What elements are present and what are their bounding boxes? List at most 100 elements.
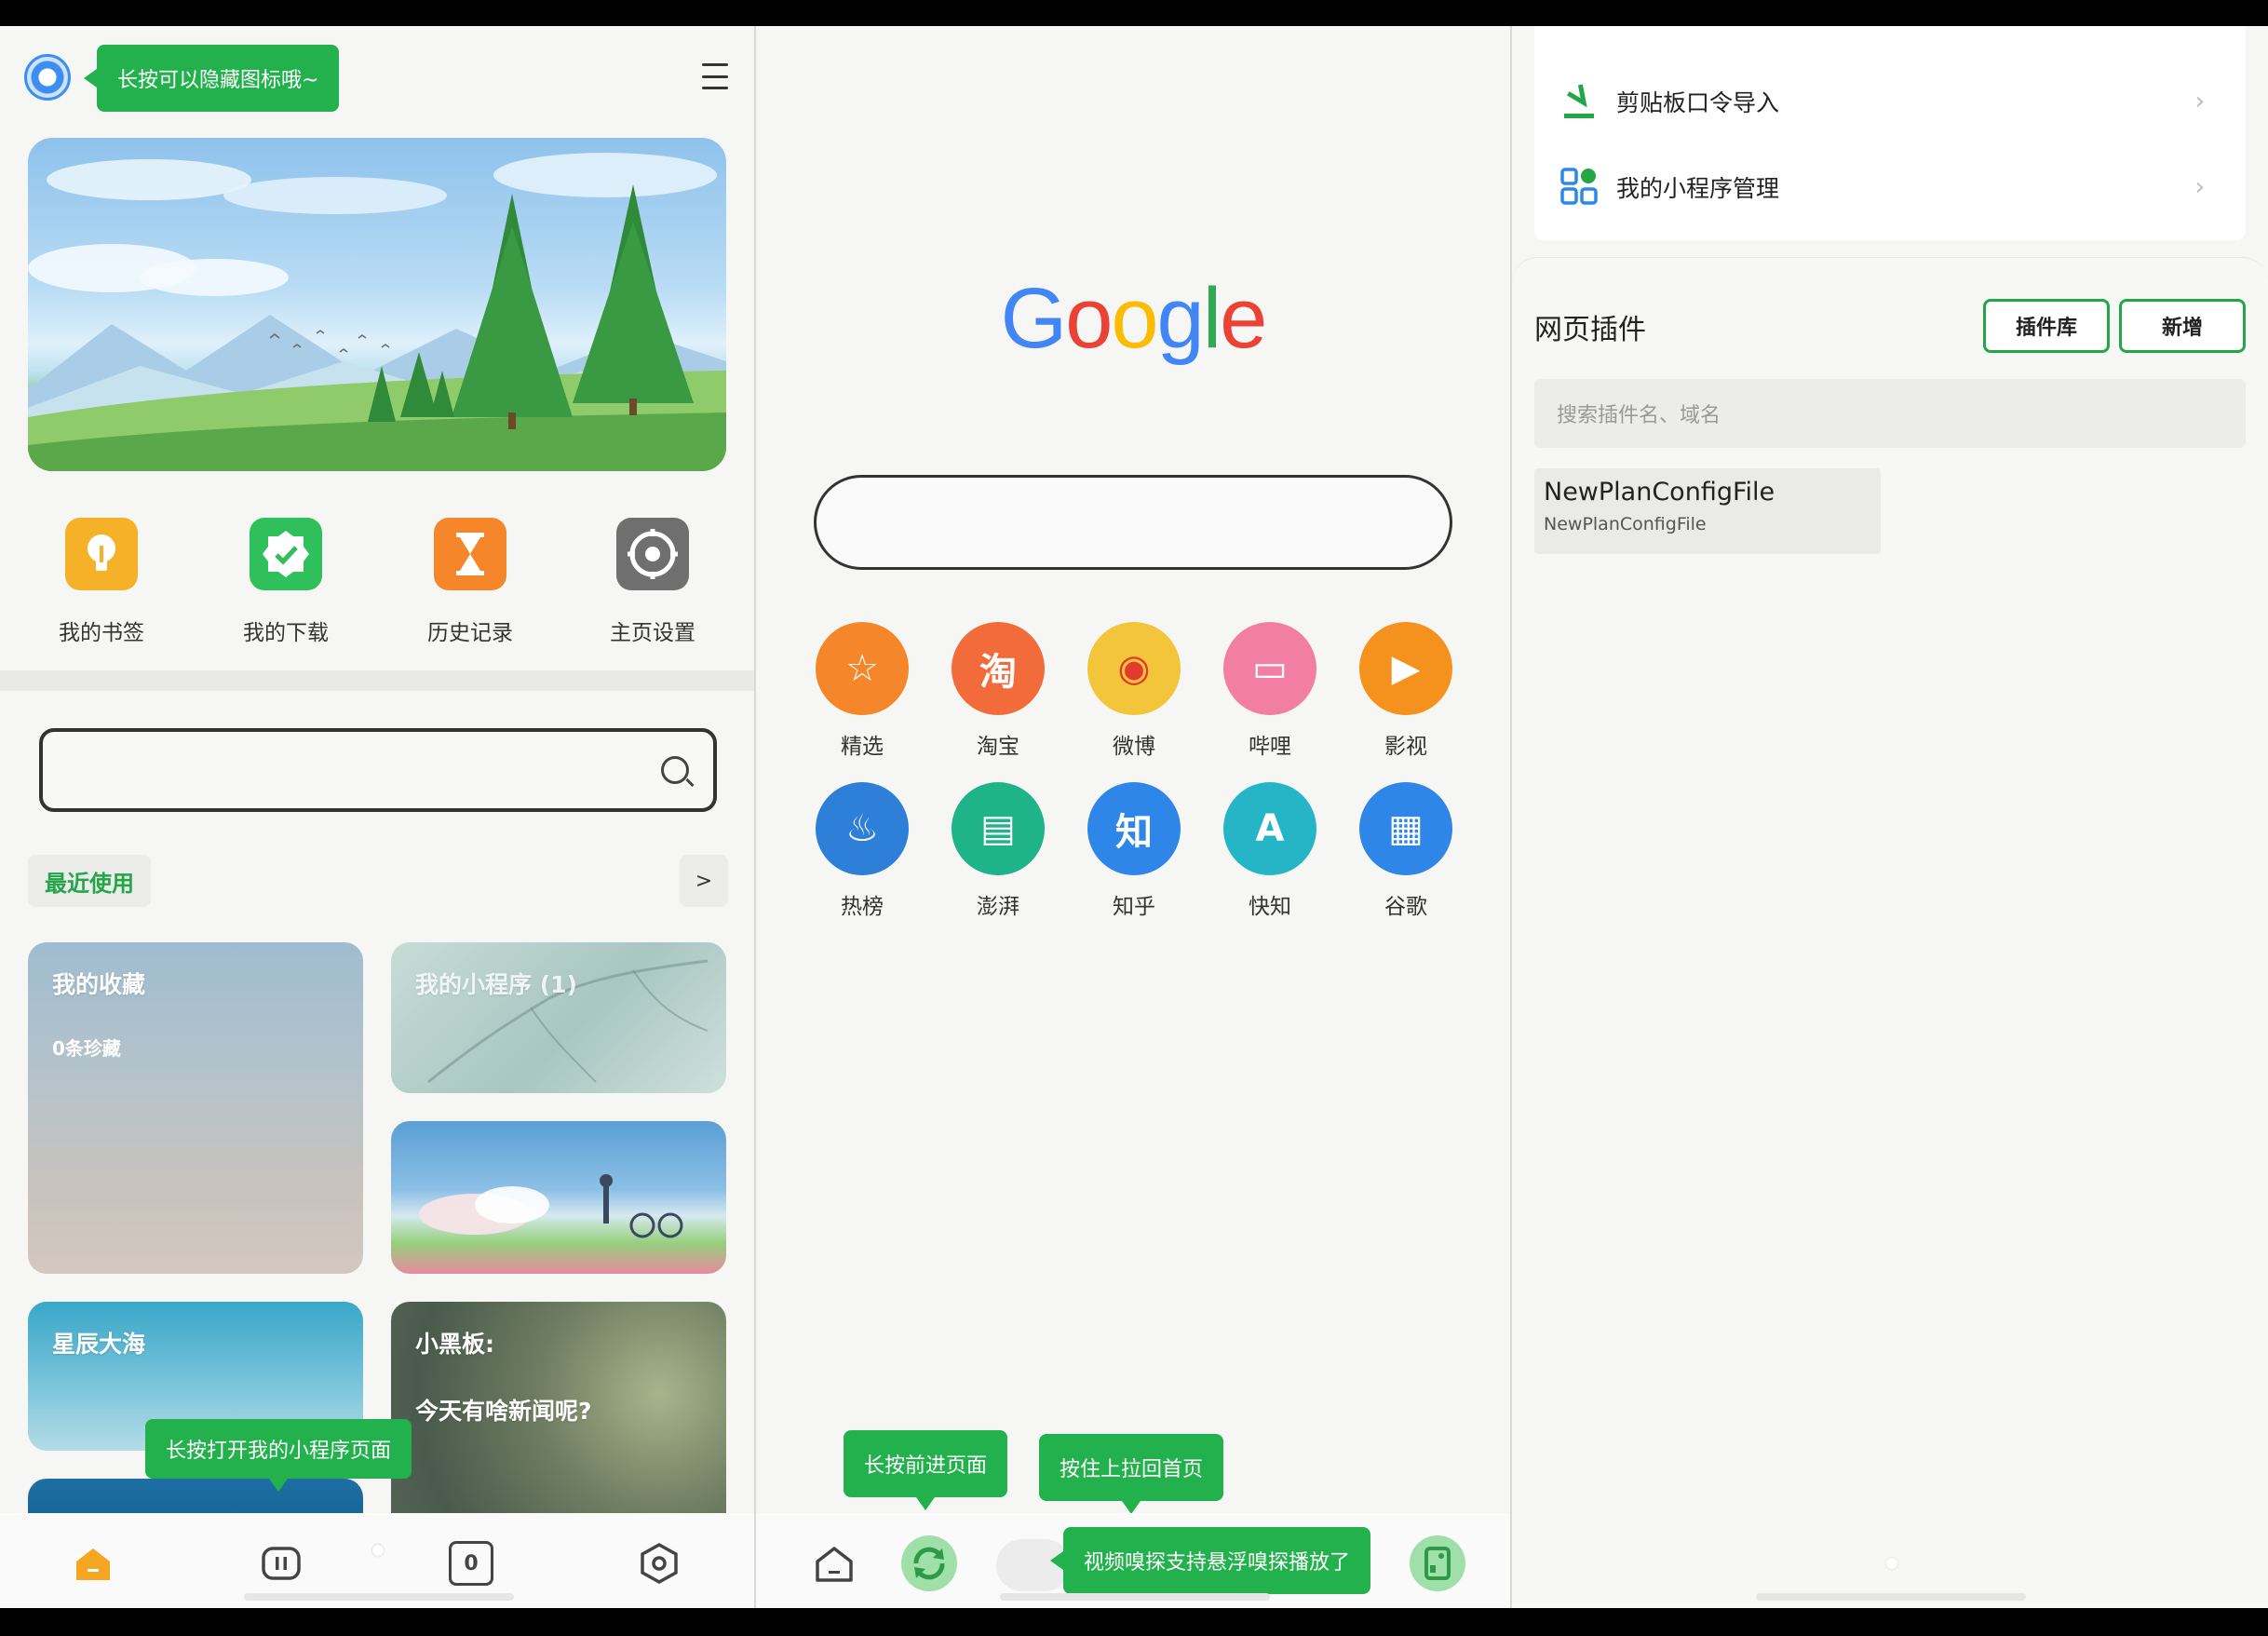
search-icon[interactable] — [661, 756, 689, 784]
check-badge-icon — [250, 518, 322, 590]
site-jingxuan[interactable]: ☆ 精选 — [806, 622, 918, 760]
site-label: 热榜 — [841, 895, 884, 919]
site-bilibili[interactable]: ▭ 哔哩 — [1214, 622, 1326, 760]
home-settings-button[interactable]: 主页设置 — [583, 518, 722, 646]
recent-used-label: 最近使用 — [28, 855, 151, 907]
home-settings-label: 主页设置 — [610, 621, 695, 645]
home-icon[interactable] — [71, 1541, 115, 1586]
logo-letter: g — [1156, 271, 1205, 366]
site-label: 哔哩 — [1249, 735, 1291, 759]
taobao-icon: 淘 — [952, 622, 1045, 715]
home-search-input[interactable] — [39, 728, 717, 812]
kuaizhi-icon: A — [1223, 782, 1316, 875]
hero-banner[interactable] — [28, 138, 726, 471]
zhihu-icon: 知 — [1087, 782, 1181, 875]
app-logo-icon[interactable] — [24, 54, 71, 101]
bookmarks-button[interactable]: 我的书签 — [32, 518, 171, 646]
home-panel: 长按可以隐藏图标哦~ 我的书签 我的下载 历史记录 主页设置 最近使用 > 我的… — [0, 26, 754, 1608]
status-bar — [0, 0, 2268, 26]
weibo-icon: ◉ — [1087, 622, 1181, 715]
tv-icon: ▭ — [1223, 622, 1316, 715]
branch-illustration — [427, 959, 709, 1084]
plugin-name: NewPlanConfigFile — [1544, 478, 1775, 507]
home-indicator — [244, 1593, 514, 1601]
play-icon: ▶ — [1359, 622, 1452, 715]
blackboard-subtitle: 今天有啥新闻呢? — [415, 1398, 592, 1425]
favorites-count: 0条珍藏 — [52, 1037, 121, 1060]
site-zhihu[interactable]: 知 知乎 — [1078, 782, 1190, 920]
settings-hex-icon[interactable] — [637, 1541, 682, 1586]
history-button[interactable]: 历史记录 — [400, 518, 540, 646]
chevron-right-icon: › — [2194, 88, 2205, 115]
google-news-icon: ▦ — [1359, 782, 1452, 875]
plugin-library-button[interactable]: 插件库 — [1983, 299, 2110, 353]
miniprogram-manage-row[interactable]: 我的小程序管理 › — [1534, 145, 2223, 229]
stars-sea-title: 星辰大海 — [52, 1331, 146, 1358]
star-icon: ☆ — [816, 622, 909, 715]
hide-icon-tooltip: 长按可以隐藏图标哦~ — [83, 45, 340, 112]
section-divider — [0, 670, 754, 691]
scenery-illustration — [419, 1174, 683, 1238]
page-dot — [1886, 1558, 1897, 1569]
sniff-player-icon[interactable] — [1408, 1534, 1467, 1593]
site-label: 快知 — [1249, 895, 1291, 919]
grid-apps-icon — [1560, 168, 1598, 205]
plugin-domain: NewPlanConfigFile — [1544, 514, 1707, 534]
home-outline-icon[interactable] — [812, 1541, 857, 1586]
site-label: 淘宝 — [977, 735, 1019, 759]
browser-panel: Google ☆ 精选 淘 淘宝 ◉ 微博 ▭ 哔哩 ▶ 影视 ♨ 热榜 ▤ 澎… — [756, 26, 1510, 1608]
logo-letter: l — [1202, 271, 1222, 366]
hourglass-icon — [434, 518, 506, 590]
blackboard-title: 小黑板: — [415, 1331, 494, 1358]
page-dot — [372, 1545, 384, 1556]
lightbulb-icon — [65, 518, 138, 590]
downloads-label: 我的下载 — [243, 621, 329, 645]
forward-page-tooltip: 长按前进页面 — [844, 1430, 1008, 1510]
miniprogram-manage-label: 我的小程序管理 — [1616, 175, 1780, 202]
google-logo: Google — [756, 270, 1510, 368]
miniprogram-card[interactable]: 我的小程序 (1) — [391, 942, 726, 1093]
landscape-illustration — [28, 153, 726, 471]
site-weibo[interactable]: ◉ 微博 — [1078, 622, 1190, 760]
web-plugins-title: 网页插件 — [1534, 314, 1646, 346]
video-sniff-tooltip: 视频嗅探支持悬浮嗅探播放了 — [1049, 1527, 1371, 1594]
open-miniprogram-tooltip: 长按打开我的小程序页面 — [145, 1419, 412, 1492]
plugin-panel: 剪贴板口令导入 › 我的小程序管理 › 网页插件 插件库 新增 搜索插件名、域名… — [1512, 26, 2268, 1608]
clipboard-import-label: 剪贴板口令导入 — [1616, 89, 1780, 116]
downloads-button[interactable]: 我的下载 — [216, 518, 356, 646]
site-label: 影视 — [1384, 735, 1427, 759]
site-video[interactable]: ▶ 影视 — [1350, 622, 1462, 760]
plugin-search-input[interactable]: 搜索插件名、域名 — [1534, 379, 2246, 448]
logo-letter: G — [1000, 271, 1068, 366]
site-hot-list[interactable]: ♨ 热榜 — [806, 782, 918, 920]
site-google[interactable]: ▦ 谷歌 — [1350, 782, 1462, 920]
plugin-item[interactable]: NewPlanConfigFile NewPlanConfigFile — [1534, 468, 1881, 554]
refresh-icon[interactable] — [899, 1534, 959, 1593]
site-taobao[interactable]: 淘 淘宝 — [942, 622, 1054, 760]
logo-letter: o — [1111, 271, 1158, 366]
site-thepaper[interactable]: ▤ 澎湃 — [942, 782, 1054, 920]
web-plugins-sheet: 网页插件 插件库 新增 搜索插件名、域名 NewPlanConfigFile N… — [1512, 257, 2268, 1608]
logo-letter: o — [1065, 271, 1113, 366]
tabs-count-button[interactable]: 0 — [449, 1541, 493, 1586]
logo-letter: e — [1220, 271, 1267, 366]
clipboard-import-row[interactable]: 剪贴板口令导入 › — [1534, 60, 2223, 143]
pull-up-home-tooltip: 按住上拉回首页 — [1039, 1434, 1224, 1514]
favorites-title: 我的收藏 — [52, 971, 146, 998]
pause-icon[interactable] — [259, 1541, 304, 1586]
favorites-card[interactable]: 我的收藏 0条珍藏 — [28, 942, 363, 1274]
miniprogram-title: 我的小程序 (1) — [415, 971, 577, 998]
chevron-right-icon: › — [2194, 173, 2205, 201]
gear-icon — [616, 518, 689, 590]
scenery-card[interactable] — [391, 1121, 726, 1274]
site-kuaizhi[interactable]: A 快知 — [1214, 782, 1326, 920]
bookmarks-label: 我的书签 — [59, 621, 144, 645]
system-bottom-bar — [0, 1608, 2268, 1636]
flame-icon: ♨ — [816, 782, 909, 875]
recent-more-button[interactable]: > — [680, 855, 728, 907]
home-indicator — [1000, 1593, 1270, 1601]
google-search-input[interactable] — [814, 475, 1452, 570]
add-plugin-button[interactable]: 新增 — [2119, 299, 2246, 353]
download-arrow-icon — [1564, 84, 1594, 118]
menu-icon[interactable] — [702, 63, 728, 89]
